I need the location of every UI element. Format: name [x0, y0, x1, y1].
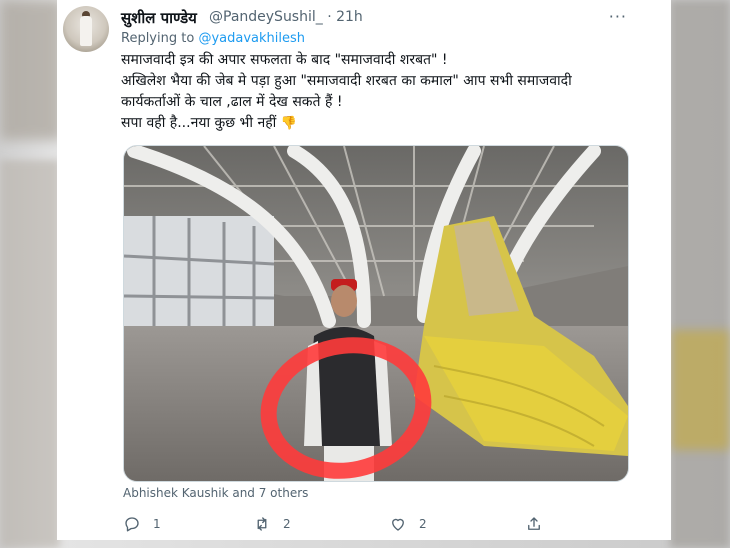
liked-by[interactable]: Abhishek Kaushik and 7 others	[123, 486, 308, 500]
retweet-count: 2	[283, 517, 291, 531]
replying-handle-link[interactable]: @yadavakhilesh	[198, 31, 305, 46]
photo-illustration	[124, 146, 628, 481]
share-button[interactable]	[525, 514, 543, 534]
replying-to: Replying to @yadavakhilesh	[121, 31, 305, 46]
author-name[interactable]: सुशील पाण्डेय	[121, 8, 197, 28]
reply-icon	[125, 517, 139, 532]
retweet-button[interactable]: 2	[253, 514, 291, 534]
thumbs-down-emoji: 👎	[280, 116, 297, 131]
replying-prefix: Replying to	[121, 31, 199, 46]
avatar[interactable]	[63, 6, 109, 52]
action-bar: 1 2 2	[123, 514, 623, 534]
author-handle-time[interactable]: @PandeySushil_ · 21h	[209, 9, 363, 25]
tweet-line-4: सपा वही है...नया कुछ भी नहीं	[121, 115, 277, 131]
share-icon	[528, 517, 540, 530]
more-icon[interactable]: ···	[609, 7, 627, 26]
reply-count: 1	[153, 517, 161, 531]
tweet-photo[interactable]	[123, 145, 629, 482]
tweet-line-3: कार्यकर्ताओं के चाल ,ढाल में देख सकते है…	[121, 94, 343, 110]
like-count: 2	[419, 517, 427, 531]
reply-button[interactable]: 1	[123, 514, 161, 534]
tweet-line-1: समाजवादी इत्र की अपार सफलता के बाद "समाज…	[121, 52, 448, 68]
like-button[interactable]: 2	[389, 514, 427, 534]
tweet-card[interactable]: सुशील पाण्डेय @PandeySushil_ · 21h ··· R…	[57, 0, 671, 540]
tweet-time[interactable]: · 21h	[327, 9, 363, 25]
retweet-icon	[257, 517, 267, 531]
tweet-text: समाजवादी इत्र की अपार सफलता के बाद "समाज…	[121, 50, 661, 134]
author-handle[interactable]: @PandeySushil_	[209, 9, 323, 25]
tweet-line-2: अखिलेश भैया की जेब मे पड़ा हुआ "समाजवादी…	[121, 73, 572, 89]
like-icon	[392, 518, 404, 531]
